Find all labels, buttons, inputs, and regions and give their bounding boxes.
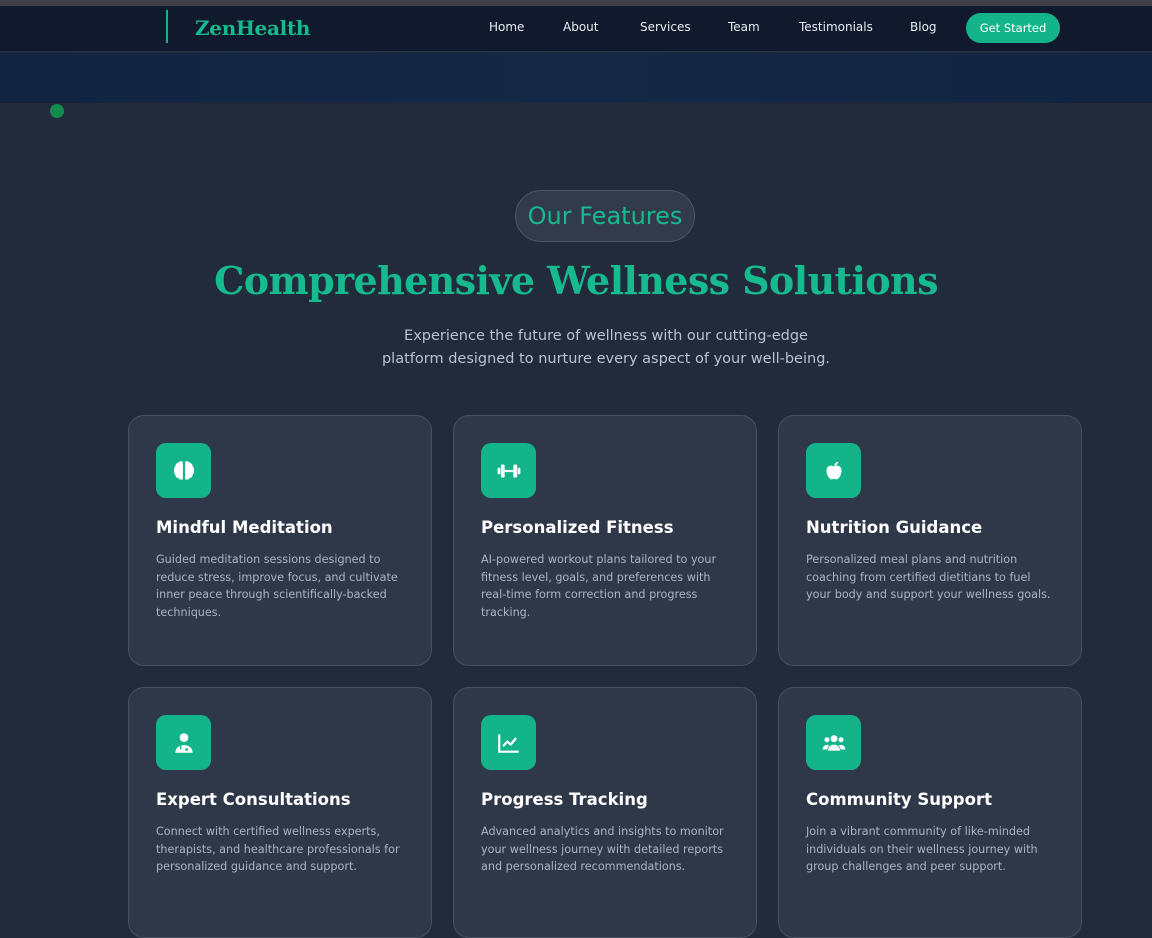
nav-team[interactable]: Team — [728, 20, 760, 34]
chart-line-icon — [481, 715, 536, 770]
brand-accent-bar — [166, 10, 168, 43]
card-title: Nutrition Guidance — [806, 518, 983, 537]
feature-card-progress[interactable]: Progress Tracking Advanced analytics and… — [453, 687, 757, 938]
hero-band — [0, 53, 1152, 103]
nav-testimonials[interactable]: Testimonials — [799, 20, 873, 34]
features-subtitle: Experience the future of wellness with o… — [381, 328, 831, 367]
nav-blog[interactable]: Blog — [910, 20, 937, 34]
brand-logo[interactable]: ZenHealth — [195, 16, 310, 40]
brain-icon — [156, 443, 211, 498]
decorative-dot — [50, 104, 64, 118]
card-description: Connect with certified wellness experts,… — [156, 825, 400, 873]
card-title: Expert Consultations — [156, 790, 351, 809]
feature-card-meditation[interactable]: Mindful Meditation Guided meditation ses… — [128, 415, 432, 666]
feature-card-fitness[interactable]: Personalized Fitness AI-powered workout … — [453, 415, 757, 666]
card-title: Progress Tracking — [481, 790, 648, 809]
card-description: Personalized meal plans and nutrition co… — [806, 553, 1051, 601]
features-badge: Our Features — [515, 190, 695, 242]
card-title: Mindful Meditation — [156, 518, 333, 537]
apple-icon — [806, 443, 861, 498]
nav-about[interactable]: About — [563, 20, 598, 34]
feature-card-nutrition[interactable]: Nutrition Guidance Personalized meal pla… — [778, 415, 1082, 666]
card-description: Advanced analytics and insights to monit… — [481, 825, 724, 873]
card-title: Personalized Fitness — [481, 518, 674, 537]
doctor-icon — [156, 715, 211, 770]
card-description: Join a vibrant community of like-minded … — [806, 825, 1038, 873]
feature-card-community[interactable]: Community Support Join a vibrant communi… — [778, 687, 1082, 938]
navbar: ZenHealth Home About Services Team Testi… — [0, 6, 1152, 52]
nav-services[interactable]: Services — [640, 20, 691, 34]
card-description: AI-powered workout plans tailored to you… — [481, 553, 717, 619]
features-title: Comprehensive Wellness Solutions — [214, 258, 938, 303]
nav-home[interactable]: Home — [489, 20, 524, 34]
card-description: Guided meditation sessions designed to r… — [156, 553, 398, 619]
card-title: Community Support — [806, 790, 992, 809]
dumbbell-icon — [481, 443, 536, 498]
feature-card-consultations[interactable]: Expert Consultations Connect with certif… — [128, 687, 432, 938]
users-icon — [806, 715, 861, 770]
get-started-button[interactable]: Get Started — [966, 13, 1060, 43]
